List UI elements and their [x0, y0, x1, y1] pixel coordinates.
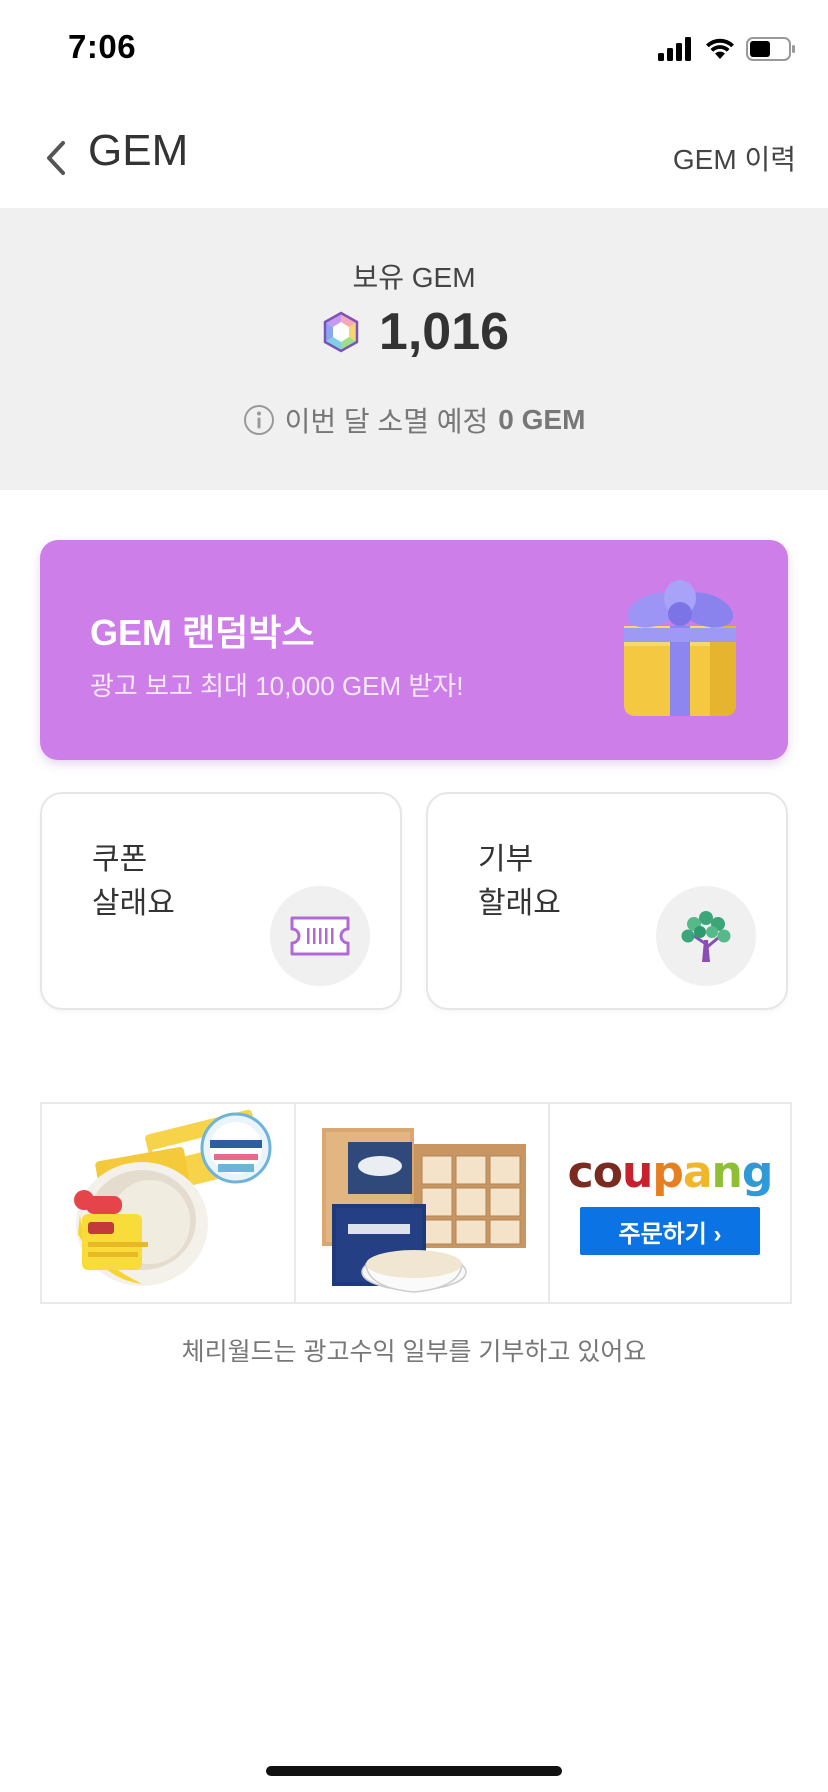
donate-card-line1: 기부 — [478, 843, 534, 876]
expire-text: 이번 달 소멸 예정 — [284, 406, 489, 437]
coupon-card-line1: 쿠폰 — [92, 843, 148, 876]
coupang-logo-letter: u — [621, 1147, 653, 1198]
coupang-logo-letter: a — [682, 1147, 713, 1198]
balance-label: 보유 GEM — [352, 262, 476, 293]
gem-icon — [323, 311, 359, 353]
tree-icon-circle — [656, 886, 756, 986]
coupang-logo: coupang — [568, 1151, 774, 1195]
status-bar: 7:06 — [0, 0, 828, 100]
order-button[interactable]: 주문하기 › — [580, 1207, 760, 1255]
status-time: 7:06 — [68, 28, 137, 65]
coupang-logo-letter: o — [592, 1147, 623, 1198]
wifi-icon — [706, 38, 734, 59]
random-box-title: GEM 랜덤박스 — [90, 612, 315, 653]
ad-coupang[interactable]: coupang 주문하기 › — [550, 1104, 790, 1302]
page-title: GEM — [88, 126, 189, 175]
back-chevron-icon[interactable] — [36, 130, 76, 186]
home-indicator[interactable] — [266, 1766, 562, 1776]
ad-donation-notice: 체리월드는 광고수익 일부를 기부하고 있어요 — [181, 1338, 647, 1366]
coupon-icon-circle — [270, 886, 370, 986]
random-box-subtitle: 광고 보고 최대 10,000 GEM 받자! — [90, 671, 464, 701]
coupang-logo-letter: p — [652, 1147, 683, 1198]
tree-icon — [681, 911, 731, 962]
cellular-signal-icon — [658, 37, 691, 61]
ad-product-rice[interactable] — [42, 1104, 296, 1302]
rice-product-image — [74, 1109, 272, 1286]
coupang-logo-letter: n — [711, 1147, 743, 1198]
buy-coupon-card[interactable]: 쿠폰 살래요 — [40, 792, 402, 1010]
donate-card-line2: 할래요 — [478, 887, 561, 920]
coupon-ticket-icon — [290, 916, 350, 956]
donate-card[interactable]: 기부 할래요 — [426, 792, 788, 1010]
gem-history-link[interactable]: GEM 이력 — [673, 138, 796, 178]
gem-balance-panel: 보유 GEM 1,016 이번 달 소멸 예정 0 GEM — [0, 208, 828, 490]
expire-value: 0 GEM — [498, 404, 586, 435]
info-icon[interactable] — [243, 404, 275, 436]
balance-row: 1,016 — [0, 302, 828, 362]
coupang-logo-letter: g — [741, 1147, 773, 1198]
ad-product-soup[interactable] — [296, 1104, 550, 1302]
header: GEM GEM 이력 — [0, 108, 828, 208]
coupon-card-title: 쿠폰 살래요 — [92, 838, 175, 926]
battery-icon — [746, 37, 795, 61]
soup-product-image — [322, 1128, 526, 1293]
gift-box-icon — [624, 580, 736, 716]
coupon-card-line2: 살래요 — [92, 887, 175, 920]
status-icons — [658, 34, 796, 64]
donate-card-title: 기부 할래요 — [478, 838, 561, 926]
gem-random-box-banner[interactable]: GEM 랜덤박스 광고 보고 최대 10,000 GEM 받자! — [40, 540, 788, 760]
expire-info: 이번 달 소멸 예정 0 GEM — [0, 400, 828, 440]
ad-banner[interactable]: coupang 주문하기 › — [40, 1102, 792, 1304]
coupang-logo-letter: c — [567, 1147, 594, 1198]
gem-balance-amount: 1,016 — [378, 303, 510, 361]
